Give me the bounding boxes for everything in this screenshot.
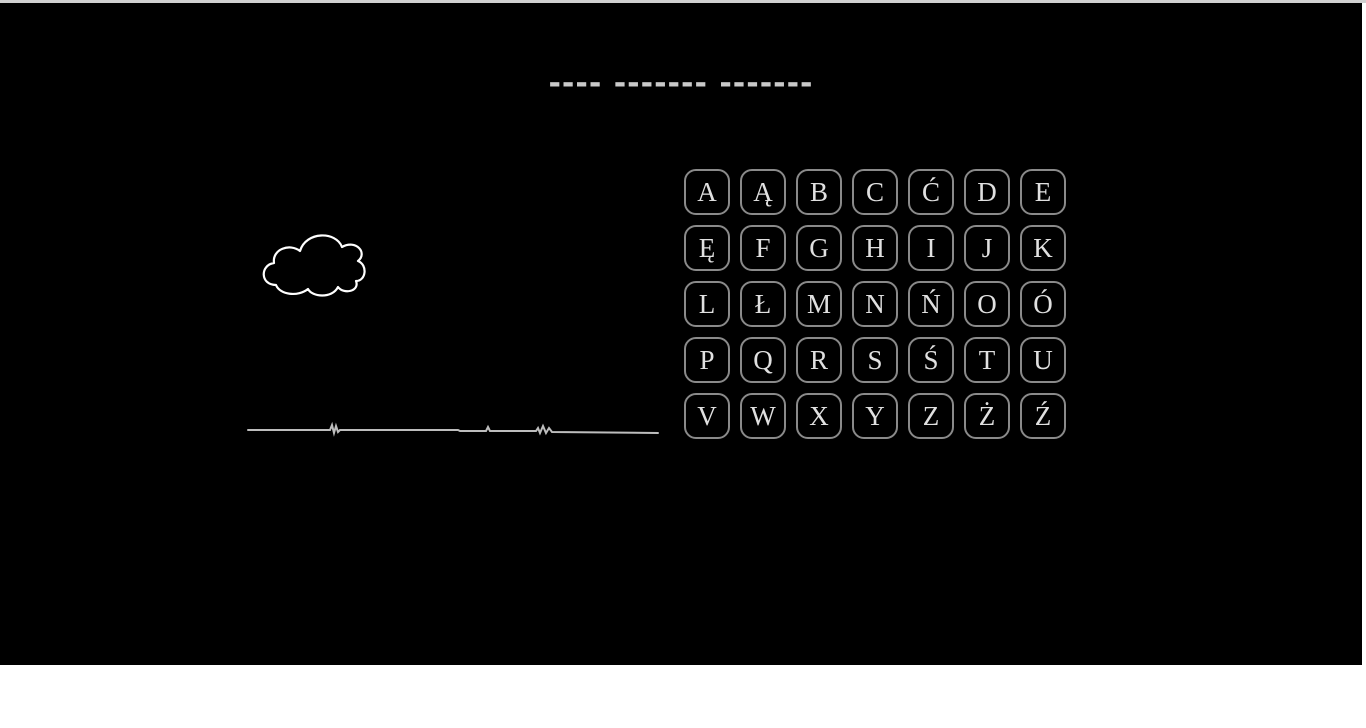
letter-button[interactable]: U [1020,337,1066,383]
letter-button[interactable]: Ó [1020,281,1066,327]
letter-button[interactable]: S [852,337,898,383]
letter-button[interactable]: D [964,169,1010,215]
letter-button[interactable]: Ą [740,169,786,215]
letter-button[interactable]: H [852,225,898,271]
letter-button[interactable]: C [852,169,898,215]
letter-button[interactable]: J [964,225,1010,271]
letter-button[interactable]: O [964,281,1010,327]
letter-button[interactable]: Ń [908,281,954,327]
letter-button[interactable]: Ć [908,169,954,215]
letter-button[interactable]: M [796,281,842,327]
letter-button[interactable]: Ż [964,393,1010,439]
letter-button[interactable]: K [1020,225,1066,271]
hidden-phrase: ---- ------- ------- [548,66,814,101]
letter-button[interactable]: G [796,225,842,271]
letter-button[interactable]: Ź [1020,393,1066,439]
letter-button[interactable]: N [852,281,898,327]
letter-button[interactable]: F [740,225,786,271]
letter-button[interactable]: A [684,169,730,215]
letter-button[interactable]: E [1020,169,1066,215]
letter-button[interactable]: Q [740,337,786,383]
letter-button[interactable]: W [740,393,786,439]
letter-button[interactable]: Ś [908,337,954,383]
hangman-scene [247,234,659,437]
letter-keyboard: AĄBCĆDE ĘFGHIJK LŁMNŃOÓ PQRSŚTU VWXYZŻŹ [684,169,1076,439]
letter-button[interactable]: P [684,337,730,383]
letter-button[interactable]: V [684,393,730,439]
letter-button[interactable]: B [796,169,842,215]
cloud-icon [262,234,366,297]
letter-button[interactable]: Ę [684,225,730,271]
letter-button[interactable]: X [796,393,842,439]
letter-button[interactable]: L [684,281,730,327]
letter-button[interactable]: Z [908,393,954,439]
letter-button[interactable]: I [908,225,954,271]
letter-button[interactable]: T [964,337,1010,383]
letter-button[interactable]: Ł [740,281,786,327]
game-board: ---- ------- ------- AĄBCĆDE ĘFGHIJK LŁMNŃ… [0,3,1362,665]
letter-button[interactable]: Y [852,393,898,439]
ground-line [247,421,659,437]
letter-button[interactable]: R [796,337,842,383]
